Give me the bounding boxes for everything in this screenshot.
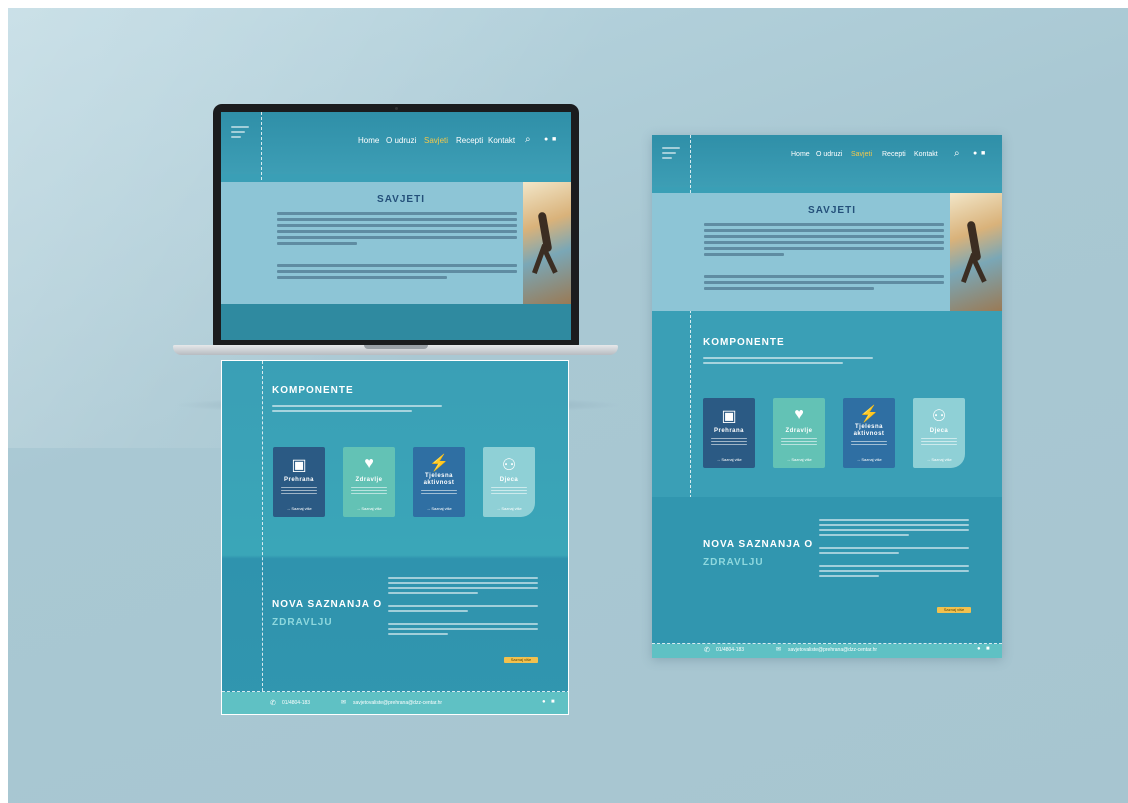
card-link[interactable]: → Saznaj više xyxy=(843,457,895,462)
nav-advice[interactable]: Savjeti xyxy=(424,136,448,145)
screen-lower-band xyxy=(221,304,571,340)
nav-recipes[interactable]: Recepti xyxy=(882,151,906,158)
card-djeca[interactable]: ⚇ Djeca → Saznaj više xyxy=(913,398,965,468)
nav-contact[interactable]: Kontakt xyxy=(914,151,938,158)
card-link[interactable]: → Saznaj više xyxy=(343,506,395,511)
phone-icon: ✆ xyxy=(270,700,276,707)
food-icon: ▣ xyxy=(291,457,307,474)
nav-recipes[interactable]: Recepti xyxy=(456,136,483,145)
runner-icon: ⚡ xyxy=(429,455,449,472)
footer-phone[interactable]: 01/4804-183 xyxy=(716,647,744,653)
runner-photo xyxy=(950,193,1002,311)
guide-line xyxy=(262,361,263,691)
hero-paragraph-1 xyxy=(277,212,517,248)
preview-header xyxy=(652,135,1002,187)
news-title-line1: NOVA SAZNANJA O xyxy=(703,539,814,550)
instagram-icon[interactable]: ■ xyxy=(551,699,555,705)
news-more-button[interactable]: Saznaj više xyxy=(937,607,971,613)
nav-about[interactable]: O udruzi xyxy=(816,151,842,158)
card-label: Djeca xyxy=(929,428,949,434)
card-link[interactable]: → Saznaj više xyxy=(413,506,465,511)
mockup-background: Home O udruzi Savjeti Recepti Kontakt ⌕ … xyxy=(8,8,1128,803)
runner-photo xyxy=(523,182,571,304)
nav-contact[interactable]: Kontakt xyxy=(488,136,515,145)
card-tjelesna-aktivnost[interactable]: ⚡ Tjelesna aktivnost → Saznaj više xyxy=(413,447,465,517)
news-paragraph-1 xyxy=(388,577,538,597)
card-djeca[interactable]: ⚇ Djeca → Saznaj više xyxy=(483,447,535,517)
nav-about[interactable]: O udruzi xyxy=(386,136,416,145)
news-title-line2: ZDRAVLJU xyxy=(272,617,333,628)
news-more-button[interactable]: Saznaj više xyxy=(504,657,538,663)
card-label: Djeca xyxy=(499,477,519,483)
hero-paragraph-2 xyxy=(277,264,517,282)
components-intro xyxy=(272,405,442,415)
card-zdravlje[interactable]: ♥ Zdravlje → Saznaj više xyxy=(773,398,825,468)
card-link[interactable]: → Saznaj više xyxy=(773,457,825,462)
footer-email[interactable]: savjetovaliste@prehrana@dzz-centar.hr xyxy=(353,700,442,706)
card-label: Zdravlje xyxy=(355,477,383,483)
instagram-icon[interactable]: ■ xyxy=(552,136,556,143)
news-paragraph-3 xyxy=(819,565,969,580)
card-link[interactable]: → Saznaj više xyxy=(703,457,755,462)
card-zdravlje[interactable]: ♥ Zdravlje → Saznaj više xyxy=(343,447,395,517)
nav-home[interactable]: Home xyxy=(358,136,379,145)
hero-title: SAVJETI xyxy=(808,205,856,216)
card-prehrana[interactable]: ▣ Prehrana → Saznaj više xyxy=(703,398,755,468)
footer-phone[interactable]: 01/4804-183 xyxy=(282,700,310,706)
logo[interactable] xyxy=(662,147,680,162)
page-continuation: KOMPONENTE ▣ Prehrana → Saznaj više ♥ Zd… xyxy=(221,360,569,715)
news-paragraph-2 xyxy=(819,547,969,557)
news-paragraph-2 xyxy=(388,605,538,615)
facebook-icon[interactable]: ● xyxy=(544,136,548,143)
facebook-icon[interactable]: ● xyxy=(973,150,977,157)
card-prehrana[interactable]: ▣ Prehrana → Saznaj više xyxy=(273,447,325,517)
card-label: Tjelesna aktivnost xyxy=(853,424,885,437)
logo[interactable] xyxy=(231,126,249,141)
card-link[interactable]: → Saznaj više xyxy=(913,457,965,462)
heart-icon: ♥ xyxy=(794,406,804,423)
search-icon[interactable]: ⌕ xyxy=(525,134,531,145)
mail-icon: ✉ xyxy=(776,647,782,653)
search-icon[interactable]: ⌕ xyxy=(954,148,960,159)
footer: ✆ 01/4804-183 ✉ savjetovaliste@prehrana@… xyxy=(652,644,1002,658)
phone-icon: ✆ xyxy=(704,647,710,654)
components-intro xyxy=(703,357,873,367)
news-title-line1: NOVA SAZNANJA O xyxy=(272,599,383,610)
instagram-icon[interactable]: ■ xyxy=(986,646,990,652)
food-icon: ▣ xyxy=(721,408,737,425)
children-icon: ⚇ xyxy=(931,408,947,425)
card-link[interactable]: → Saznaj više xyxy=(273,506,325,511)
laptop-camera xyxy=(395,107,398,110)
news-paragraph-3 xyxy=(388,623,538,638)
card-label: Prehrana xyxy=(713,428,744,434)
card-label: Tjelesna aktivnost xyxy=(423,473,455,486)
laptop-screen: Home O udruzi Savjeti Recepti Kontakt ⌕ … xyxy=(221,112,571,340)
nav-advice[interactable]: Savjeti xyxy=(851,151,872,158)
laptop-notch xyxy=(364,345,428,349)
heart-icon: ♥ xyxy=(364,455,374,472)
full-page-preview: Home O udruzi Savjeti Recepti Kontakt ⌕ … xyxy=(652,135,1002,658)
children-icon: ⚇ xyxy=(501,457,517,474)
mail-icon: ✉ xyxy=(341,700,347,706)
components-title: KOMPONENTE xyxy=(272,385,354,396)
footer: ✆ 01/4804-183 ✉ savjetovaliste@prehrana@… xyxy=(222,692,568,714)
news-paragraph-1 xyxy=(819,519,969,539)
instagram-icon[interactable]: ■ xyxy=(981,150,985,157)
hero-paragraph-2 xyxy=(704,275,944,293)
nav-home[interactable]: Home xyxy=(791,151,810,158)
hero-title: SAVJETI xyxy=(377,194,425,205)
news-title-line2: ZDRAVLJU xyxy=(703,557,764,568)
facebook-icon[interactable]: ● xyxy=(977,646,981,652)
hero-paragraph-1 xyxy=(704,223,944,259)
runner-icon: ⚡ xyxy=(859,406,879,423)
card-link[interactable]: → Saznaj više xyxy=(483,506,535,511)
card-label: Zdravlje xyxy=(785,428,813,434)
components-title: KOMPONENTE xyxy=(703,337,785,348)
facebook-icon[interactable]: ● xyxy=(542,699,546,705)
card-label: Prehrana xyxy=(283,477,314,483)
footer-email[interactable]: savjetovaliste@prehrana@dzz-centar.hr xyxy=(788,647,877,653)
card-tjelesna-aktivnost[interactable]: ⚡ Tjelesna aktivnost → Saznaj više xyxy=(843,398,895,468)
